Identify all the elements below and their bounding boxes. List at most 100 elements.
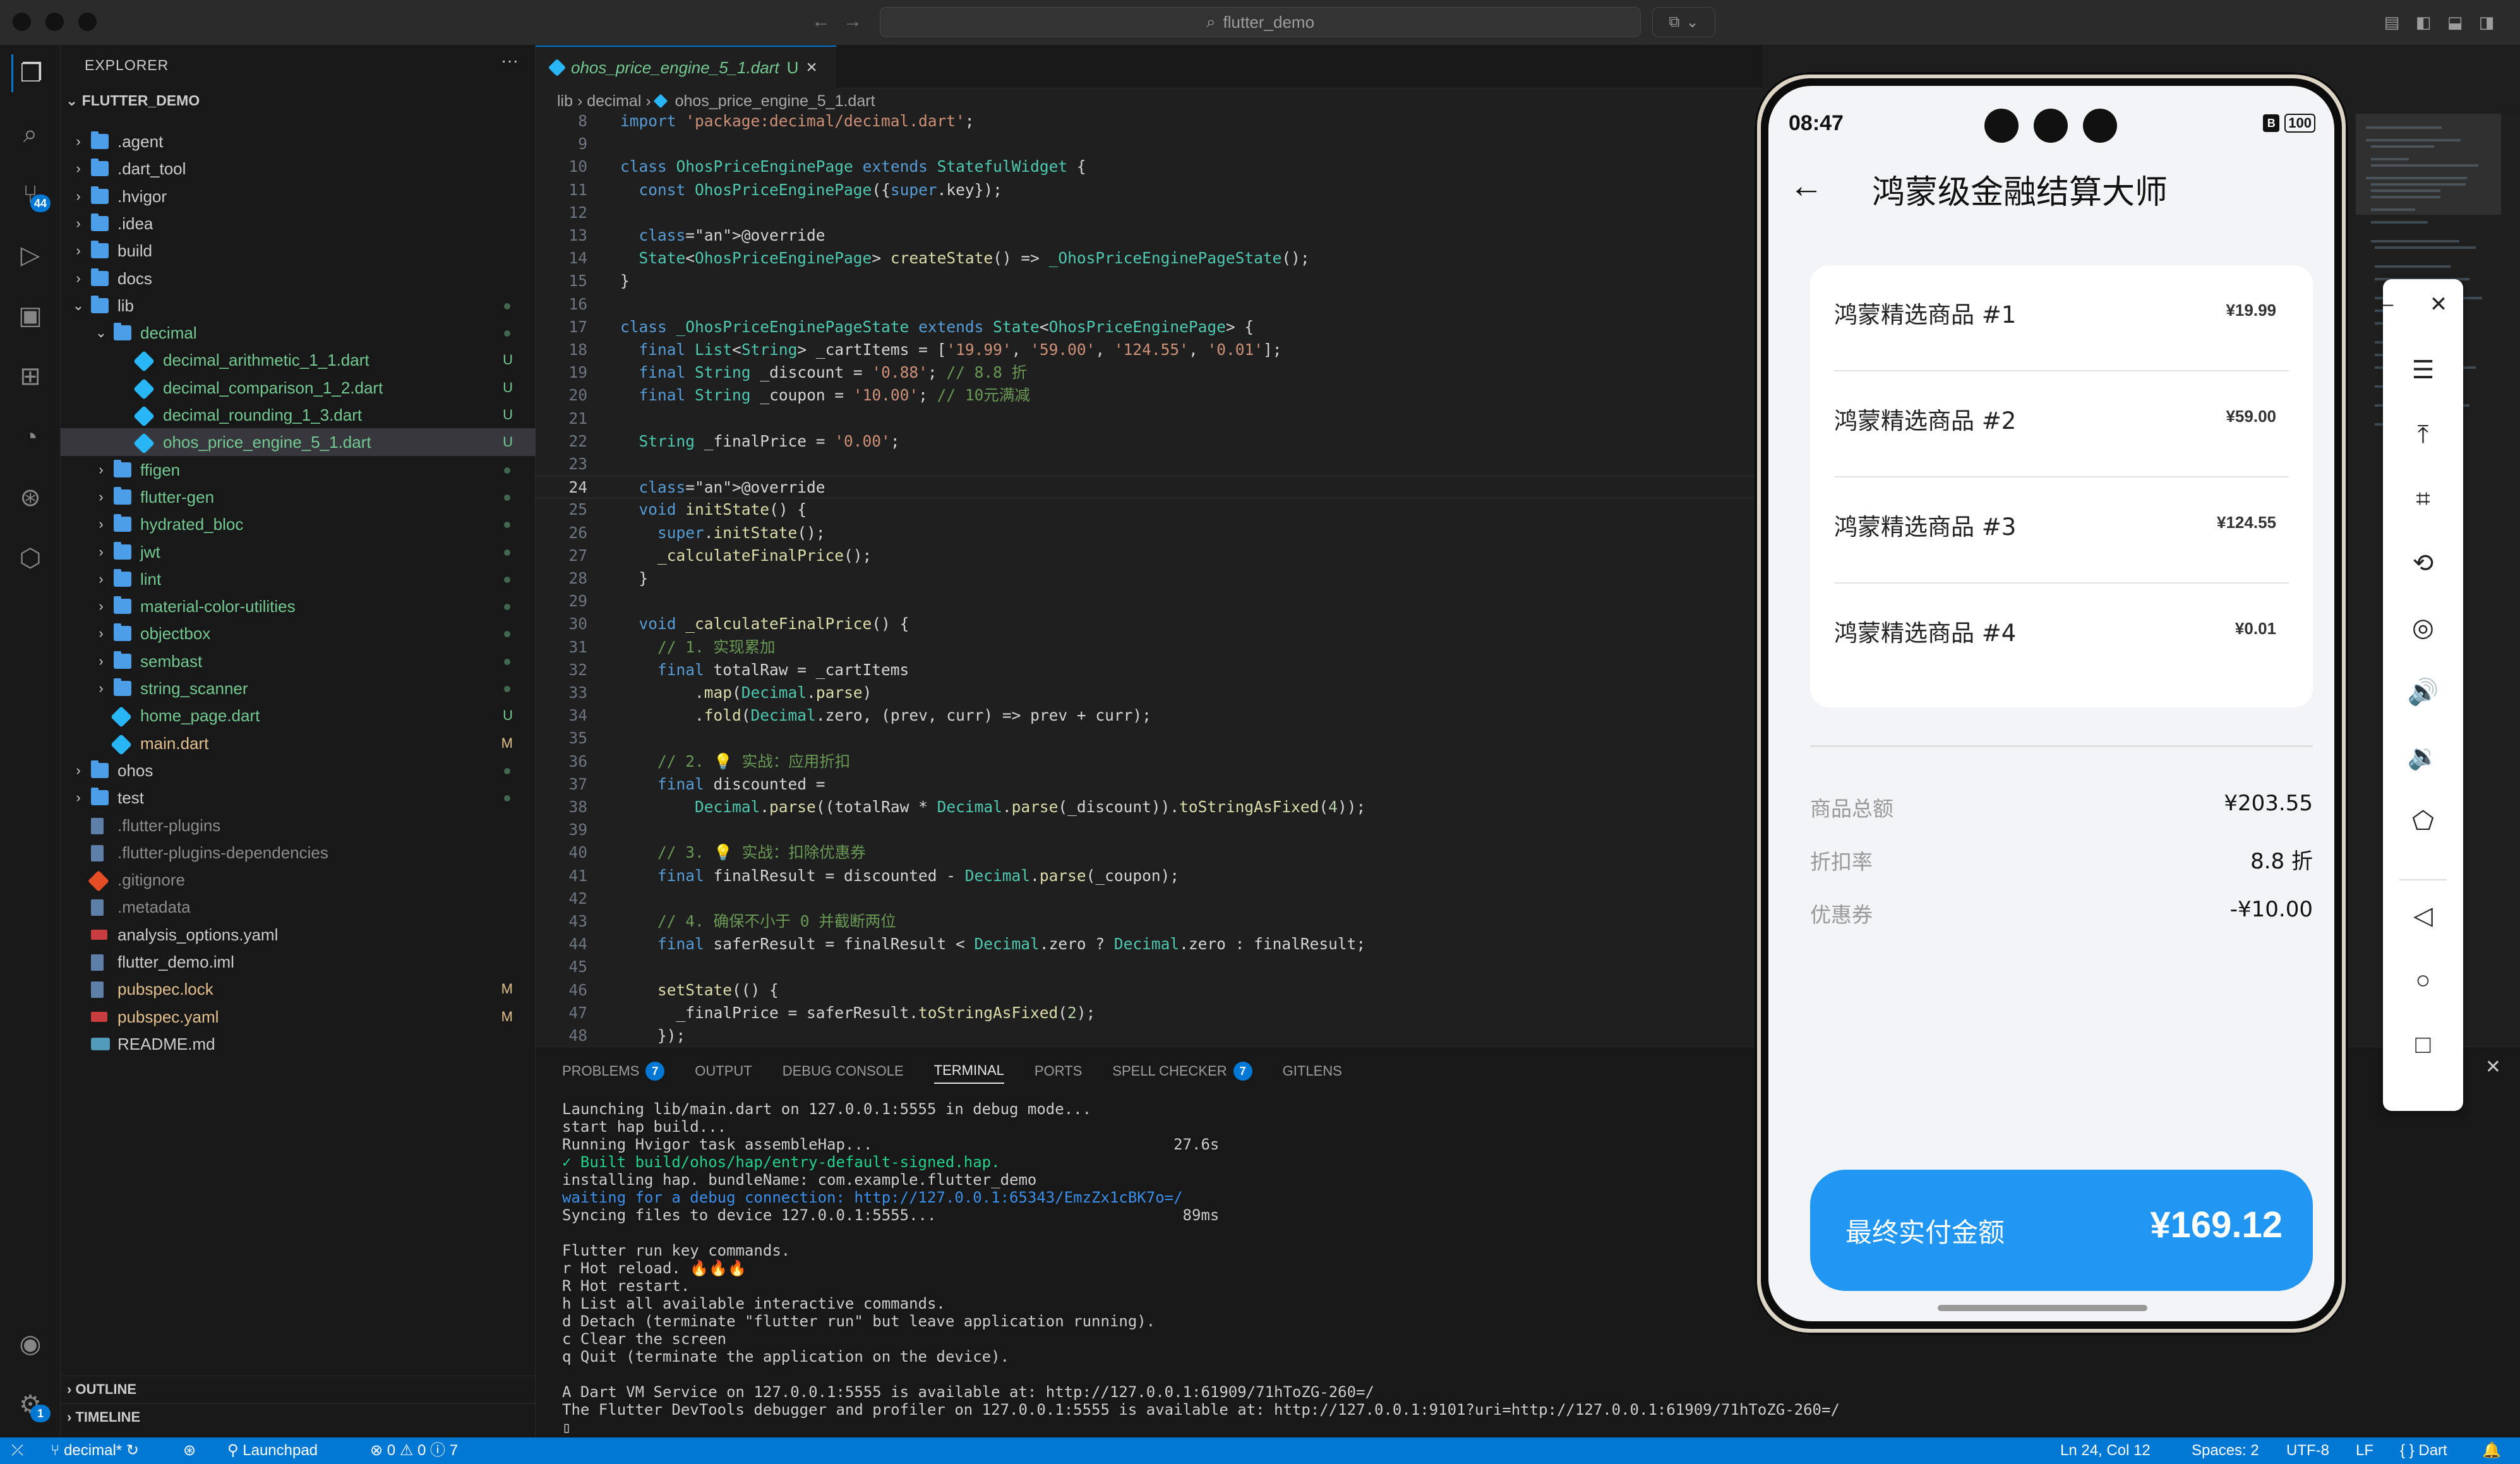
file-item[interactable]: main.dart M [61, 729, 536, 757]
code-line[interactable]: 40 // 3. 💡 实战：扣除优惠券 [536, 841, 1762, 864]
toggle-panel-icon[interactable]: ⬓ [2443, 10, 2467, 34]
code-line[interactable]: 47 _finalPrice = saferResult.toStringAsF… [536, 1002, 1762, 1024]
root-folder-header[interactable]: ⌄ FLUTTER_DEMO [66, 92, 200, 109]
rotate-icon[interactable]: ⟲ [2383, 538, 2463, 589]
code-line[interactable]: 30 void _calculateFinalPrice() { [536, 613, 1762, 635]
chevron-right-icon[interactable]: › [95, 675, 107, 702]
cursor-position[interactable]: Ln 24, Col 12 [2060, 1437, 2151, 1464]
code-line[interactable]: 44 final saferResult = finalResult < Dec… [536, 933, 1762, 956]
code-line[interactable]: 41 final finalResult = discounted - Deci… [536, 865, 1762, 887]
folder-item[interactable]: ⌄ lib [61, 292, 536, 320]
folder-item[interactable]: › test [61, 784, 536, 812]
panel-tab-debug-console[interactable]: DEBUG CONSOLE [783, 1059, 904, 1084]
code-line[interactable]: 37 final discounted = [536, 773, 1762, 796]
folder-item[interactable]: › objectbox [61, 620, 536, 647]
code-line[interactable]: 39 [536, 819, 1762, 841]
problems-indicator[interactable]: ⊗ 0 ⚠ 0 ⓘ 7 [370, 1437, 458, 1464]
file-item[interactable]: .metadata [61, 893, 536, 921]
breadcrumb-item[interactable]: lib [557, 92, 573, 110]
folder-item[interactable]: › hydrated_bloc [61, 510, 536, 538]
folder-item[interactable]: › string_scanner [61, 675, 536, 702]
code-line[interactable]: 27 _calculateFinalPrice(); [536, 544, 1762, 567]
code-line[interactable]: 28 } [536, 567, 1762, 590]
code-line[interactable]: 10 class OhosPriceEnginePage extends Stat… [536, 155, 1762, 178]
code-line[interactable]: 31 // 1. 实现累加 [536, 636, 1762, 659]
chevron-right-icon[interactable]: › [72, 128, 85, 155]
folder-item[interactable]: › flutter-gen [61, 483, 536, 511]
command-center-search[interactable]: ⌕ flutter_demo [880, 7, 1641, 37]
git-graph-status-icon[interactable]: ⊛ [183, 1437, 196, 1464]
file-item[interactable]: flutter_demo.iml [61, 948, 536, 976]
code-line[interactable]: 15} [536, 270, 1762, 292]
panel-tab-ports[interactable]: PORTS [1035, 1059, 1082, 1084]
chevron-down-icon[interactable]: ⌄ [95, 319, 107, 347]
shake-icon[interactable]: ⬠ [2383, 796, 2463, 846]
run-debug-icon[interactable]: ▷ [11, 236, 49, 274]
breadcrumb-item[interactable]: decimal [587, 92, 641, 110]
code-line[interactable]: 33 .map(Decimal.parse) [536, 681, 1762, 704]
file-item[interactable]: .gitignore [61, 866, 536, 894]
chevron-right-icon[interactable]: › [95, 538, 107, 566]
gear-icon[interactable]: ⚙ 1 [11, 1386, 51, 1424]
menu-icon[interactable]: ☰ [2383, 345, 2463, 395]
file-item[interactable]: pubspec.lock M [61, 975, 536, 1003]
file-item[interactable]: analysis_options.yaml [61, 921, 536, 949]
code-line[interactable]: 26 super.initState(); [536, 522, 1762, 544]
cart-item-row[interactable]: 鸿蒙精选商品 #2 ¥59.00 [1834, 371, 2289, 477]
code-line[interactable]: 46 setState(() { [536, 979, 1762, 1002]
chevron-right-icon[interactable]: › [72, 757, 85, 784]
chevron-down-icon[interactable]: ⌄ [72, 292, 85, 320]
tab-ohos-price-engine[interactable]: ohos_price_engine_5_1.dart U × [536, 45, 836, 88]
close-window-button[interactable] [13, 13, 31, 31]
file-item[interactable]: home_page.dart U [61, 702, 536, 729]
code-line[interactable]: 29 [536, 590, 1762, 613]
indentation[interactable]: Spaces: 2 [2192, 1437, 2259, 1464]
file-item[interactable]: decimal_arithmetic_1_1.dart U [61, 346, 536, 374]
chevron-right-icon[interactable]: › [95, 456, 107, 484]
chevron-right-icon[interactable]: › [95, 510, 107, 538]
final-amount-bar[interactable]: 最终实付金额 ¥169.12 [1810, 1170, 2313, 1291]
chevron-right-icon[interactable]: › [72, 183, 85, 210]
customize-layout-icon[interactable]: ▤ [2380, 10, 2404, 34]
language-mode[interactable]: { } Dart [2400, 1437, 2447, 1464]
panel-tab-problems[interactable]: PROBLEMS 7 [562, 1059, 665, 1084]
code-line[interactable]: 19 final String _discount = '0.88'; // 8… [536, 361, 1762, 384]
panel-tab-output[interactable]: OUTPUT [695, 1059, 752, 1084]
cart-item-row[interactable]: 鸿蒙精选商品 #1 ¥19.99 [1834, 265, 2289, 371]
close-icon[interactable]: ✕ [2413, 279, 2464, 330]
minimize-icon[interactable]: – [2363, 279, 2413, 330]
code-line[interactable]: 25 void initState() { [536, 498, 1762, 521]
line-ending[interactable]: LF [2356, 1437, 2373, 1464]
file-item[interactable]: pubspec.yaml M [61, 1003, 536, 1031]
folder-item[interactable]: › lint [61, 565, 536, 593]
chevron-right-icon[interactable]: › [72, 210, 85, 237]
minimap-slider[interactable] [2356, 114, 2501, 215]
code-line[interactable]: 20 final String _coupon = '10.00'; // 10… [536, 384, 1762, 407]
pin-top-icon[interactable]: ⤒ [2383, 409, 2463, 460]
panel-tab-spell-checker[interactable]: SPELL CHECKER 7 [1112, 1059, 1252, 1084]
code-line[interactable]: 42 [536, 887, 1762, 910]
branch-indicator[interactable]: ⑂ decimal* ↻ [51, 1437, 139, 1464]
panel-tab-gitlens[interactable]: GITLENS [1283, 1059, 1342, 1084]
code-line[interactable]: 43 // 4. 确保不小于 0 并截断两位 [536, 910, 1762, 933]
code-editor[interactable]: 8 import 'package:decimal/decimal.dart'; 9… [536, 114, 1762, 1047]
folder-item[interactable]: › .hvigor [61, 183, 536, 210]
back-nav-icon[interactable]: ◁ [2383, 891, 2463, 941]
remote-explorer-icon[interactable]: ▣ [11, 297, 49, 335]
code-line[interactable]: 13 class="an">@override [536, 224, 1762, 247]
folder-item[interactable]: › jwt [61, 538, 536, 566]
code-line[interactable]: 22 String _finalPrice = '0.00'; [536, 430, 1762, 453]
file-item[interactable]: README.md [61, 1030, 536, 1058]
crop-icon[interactable]: ⌗ [2383, 474, 2463, 524]
file-item[interactable]: ohos_price_engine_5_1.dart U [61, 428, 536, 457]
code-line[interactable]: 8 import 'package:decimal/decimal.dart'; [536, 114, 1762, 133]
chevron-right-icon[interactable]: › [95, 592, 107, 620]
remote-icon[interactable]: ⤫ [11, 1437, 23, 1464]
folder-item[interactable]: › ffigen [61, 456, 536, 484]
volume-up-icon[interactable]: 🔊 [2383, 667, 2463, 717]
chevron-right-icon[interactable]: › [72, 237, 85, 265]
source-control-icon[interactable]: ⑂ 44 [11, 176, 51, 213]
code-line[interactable]: 48 }); [536, 1024, 1762, 1047]
cart-item-row[interactable]: 鸿蒙精选商品 #3 ¥124.55 [1834, 477, 2289, 584]
chevron-right-icon[interactable]: › [72, 265, 85, 292]
